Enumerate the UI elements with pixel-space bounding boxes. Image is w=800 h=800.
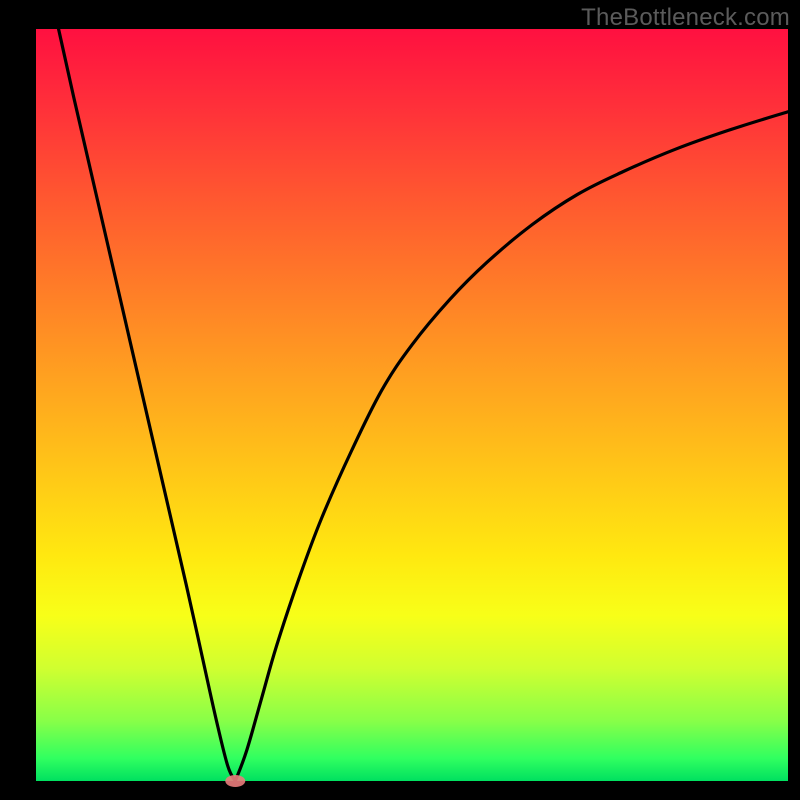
watermark-text: TheBottleneck.com [581, 4, 790, 32]
curve-svg [36, 29, 788, 781]
plot-area [36, 29, 788, 781]
min-point-marker [225, 775, 245, 787]
chart-frame: TheBottleneck.com [0, 0, 800, 800]
curve-left-branch [59, 29, 236, 781]
curve-right-branch [235, 112, 788, 781]
